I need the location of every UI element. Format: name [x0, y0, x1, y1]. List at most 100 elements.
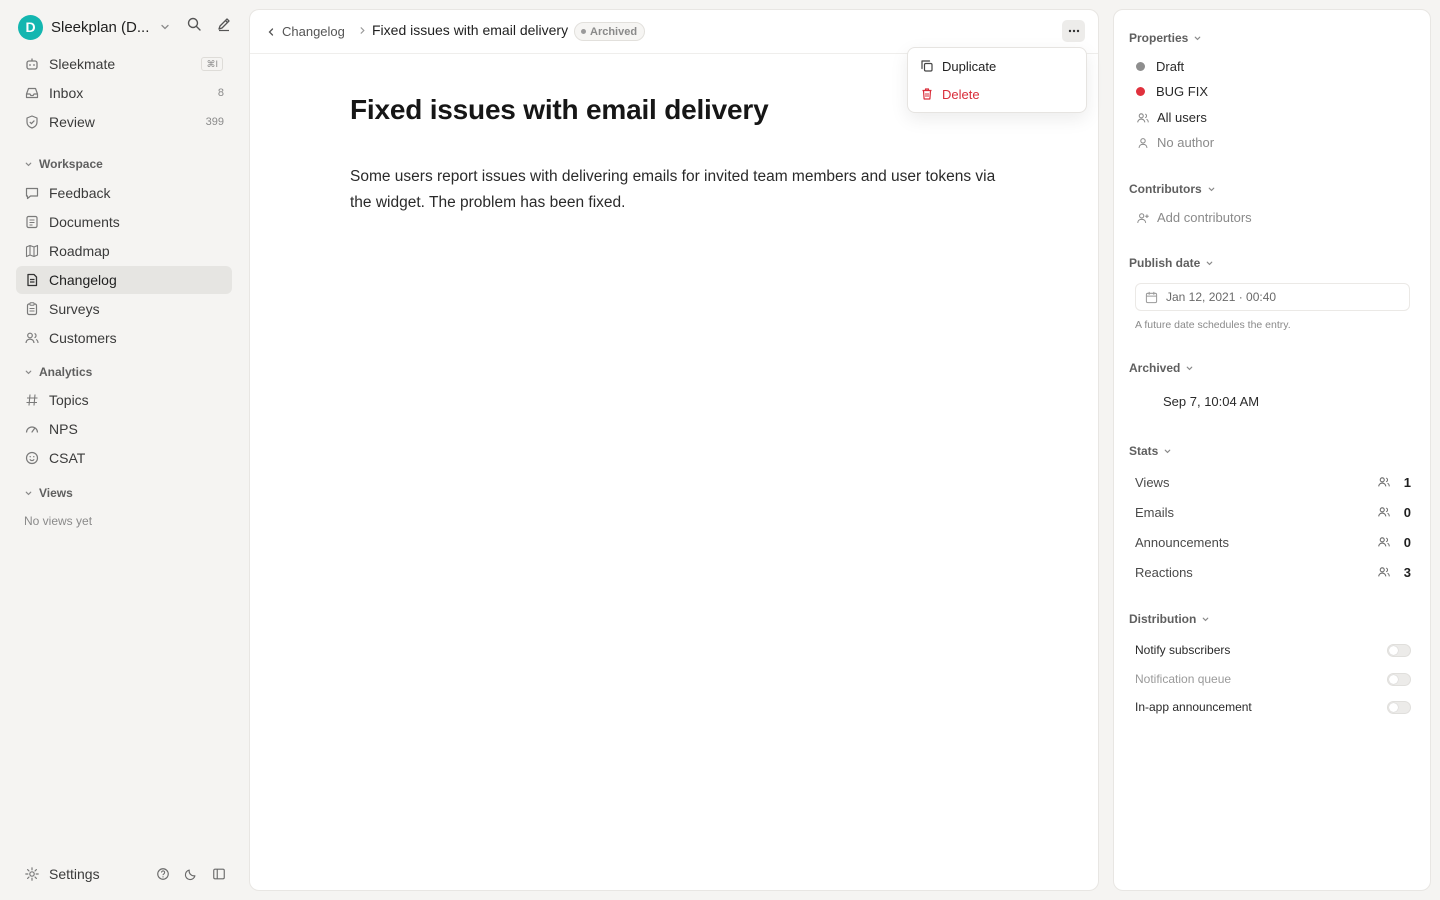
stat-row-announcements: Announcements 0 — [1135, 532, 1411, 552]
nav-label: Documents — [49, 214, 120, 230]
breadcrumb-back[interactable]: Changelog — [266, 24, 345, 39]
nav-changelog[interactable]: Changelog — [16, 266, 232, 294]
notify-subscribers-toggle[interactable] — [1387, 643, 1411, 657]
breadcrumb-parent: Changelog — [282, 24, 345, 39]
author-property[interactable]: No author — [1136, 135, 1214, 150]
bot-icon — [24, 56, 40, 72]
stat-row-reactions: Reactions 3 — [1135, 562, 1411, 582]
status-property[interactable]: Draft — [1136, 59, 1184, 74]
users-icon — [1136, 111, 1150, 125]
stat-label: Reactions — [1135, 564, 1193, 580]
gear-icon[interactable] — [24, 866, 40, 882]
moon-icon[interactable] — [184, 867, 198, 881]
section-workspace[interactable]: Workspace — [24, 157, 103, 171]
document-body[interactable]: Some users report issues with delivering… — [350, 164, 1010, 216]
search-icon[interactable] — [186, 16, 202, 32]
document-icon — [24, 214, 40, 230]
settings-row: Settings — [16, 862, 232, 886]
distribution-header[interactable]: Distribution — [1129, 612, 1210, 626]
workspace-name: Sleekplan (D... — [51, 18, 150, 36]
stat-label: Views — [1135, 474, 1170, 490]
chevron-down-icon — [24, 489, 33, 498]
nav-roadmap[interactable]: Roadmap — [16, 237, 232, 265]
nav-feedback[interactable]: Feedback — [16, 179, 232, 207]
section-label: Workspace — [39, 157, 103, 171]
menu-label: Duplicate — [942, 58, 997, 74]
sidebar: D Sleekplan (D... Sleekmate ⌘I Inbox 8 R… — [0, 0, 248, 900]
chevron-down-icon — [1201, 615, 1210, 624]
archived-date: Sep 7, 10:04 AM — [1163, 394, 1260, 409]
help-icon[interactable] — [156, 867, 170, 881]
main-panel: Changelog Fixed issues with email delive… — [249, 9, 1099, 891]
more-horizontal-icon — [1068, 29, 1079, 33]
audience-value: All users — [1157, 110, 1207, 125]
copy-icon — [920, 59, 934, 73]
chevron-down-icon — [24, 160, 33, 169]
audience-property[interactable]: All users — [1136, 110, 1207, 125]
document-title[interactable]: Fixed issues with email delivery — [350, 94, 769, 126]
user-icon — [1136, 136, 1150, 150]
menu-delete[interactable]: Delete — [914, 81, 1080, 107]
nav-documents[interactable]: Documents — [16, 208, 232, 236]
hash-icon — [24, 392, 40, 408]
stat-value: 3 — [1403, 564, 1411, 580]
menu-duplicate[interactable]: Duplicate — [914, 53, 1080, 79]
nav-label: NPS — [49, 421, 78, 437]
nav-surveys[interactable]: Surveys — [16, 295, 232, 323]
add-contributors-button[interactable]: Add contributors — [1136, 210, 1252, 225]
calendar-icon — [1145, 291, 1158, 304]
nav-customers[interactable]: Customers — [16, 324, 232, 352]
users-icon — [1377, 475, 1391, 489]
nav-label: Surveys — [49, 301, 100, 317]
nav-label: Changelog — [49, 272, 117, 288]
nav-inbox[interactable]: Inbox 8 — [16, 79, 232, 107]
views-empty-text: No views yet — [24, 514, 93, 528]
notification-queue-toggle[interactable] — [1387, 672, 1411, 686]
nav-nps[interactable]: NPS — [16, 415, 232, 443]
workspace-switcher[interactable]: D Sleekplan (D... — [18, 14, 232, 40]
in-app-announcement-toggle[interactable] — [1387, 700, 1411, 714]
nav-review[interactable]: Review 399 — [16, 108, 232, 136]
section-views[interactable]: Views — [24, 486, 73, 500]
section-analytics[interactable]: Analytics — [24, 365, 92, 379]
archived-header[interactable]: Archived — [1129, 361, 1194, 375]
publish-date-picker[interactable]: Jan 12, 2021 · 00:40 — [1135, 283, 1410, 311]
menu-label: Delete — [942, 86, 980, 102]
nav-csat[interactable]: CSAT — [16, 444, 232, 472]
properties-header[interactable]: Properties — [1129, 31, 1202, 45]
chevron-down-icon — [24, 368, 33, 377]
nav-label: Inbox — [49, 85, 84, 101]
stats-header[interactable]: Stats — [1129, 444, 1172, 458]
in-app-announcement-row: In-app announcement — [1135, 697, 1411, 717]
section-label: Contributors — [1129, 182, 1202, 196]
publish-date-header[interactable]: Publish date — [1129, 256, 1214, 270]
publish-date-value: Jan 12, 2021 · 00:40 — [1166, 290, 1277, 304]
nav-topics[interactable]: Topics — [16, 386, 232, 414]
smile-icon — [24, 450, 40, 466]
settings-link[interactable]: Settings — [49, 866, 100, 882]
nav-count: 8 — [217, 87, 224, 99]
contributors-header[interactable]: Contributors — [1129, 182, 1216, 196]
chevron-down-icon — [1163, 447, 1172, 456]
chevron-down-icon — [1193, 34, 1202, 43]
shortcut-badge: ⌘I — [201, 57, 223, 71]
stat-label: Announcements — [1135, 534, 1229, 550]
more-options-button[interactable] — [1062, 20, 1085, 42]
stat-value: 1 — [1403, 474, 1411, 490]
toggle-label: Notification queue — [1135, 672, 1232, 686]
user-plus-icon — [1136, 211, 1150, 225]
chevron-left-icon — [266, 27, 276, 37]
notification-queue-row: Notification queue — [1135, 669, 1411, 689]
sidebar-toggle-icon[interactable] — [212, 867, 226, 881]
users-icon — [24, 330, 40, 346]
nav-label: CSAT — [49, 450, 86, 466]
nav-label: Topics — [49, 392, 89, 408]
category-property[interactable]: BUG FIX — [1136, 84, 1208, 99]
toggle-label: In-app announcement — [1135, 700, 1252, 714]
nav-sleekmate[interactable]: Sleekmate ⌘I — [16, 50, 232, 78]
compose-icon[interactable] — [216, 16, 232, 32]
section-label: Stats — [1129, 444, 1159, 458]
stat-value: 0 — [1403, 534, 1411, 550]
breadcrumb-current: Fixed issues with email delivery — [372, 22, 569, 38]
status-value: Draft — [1156, 59, 1185, 74]
